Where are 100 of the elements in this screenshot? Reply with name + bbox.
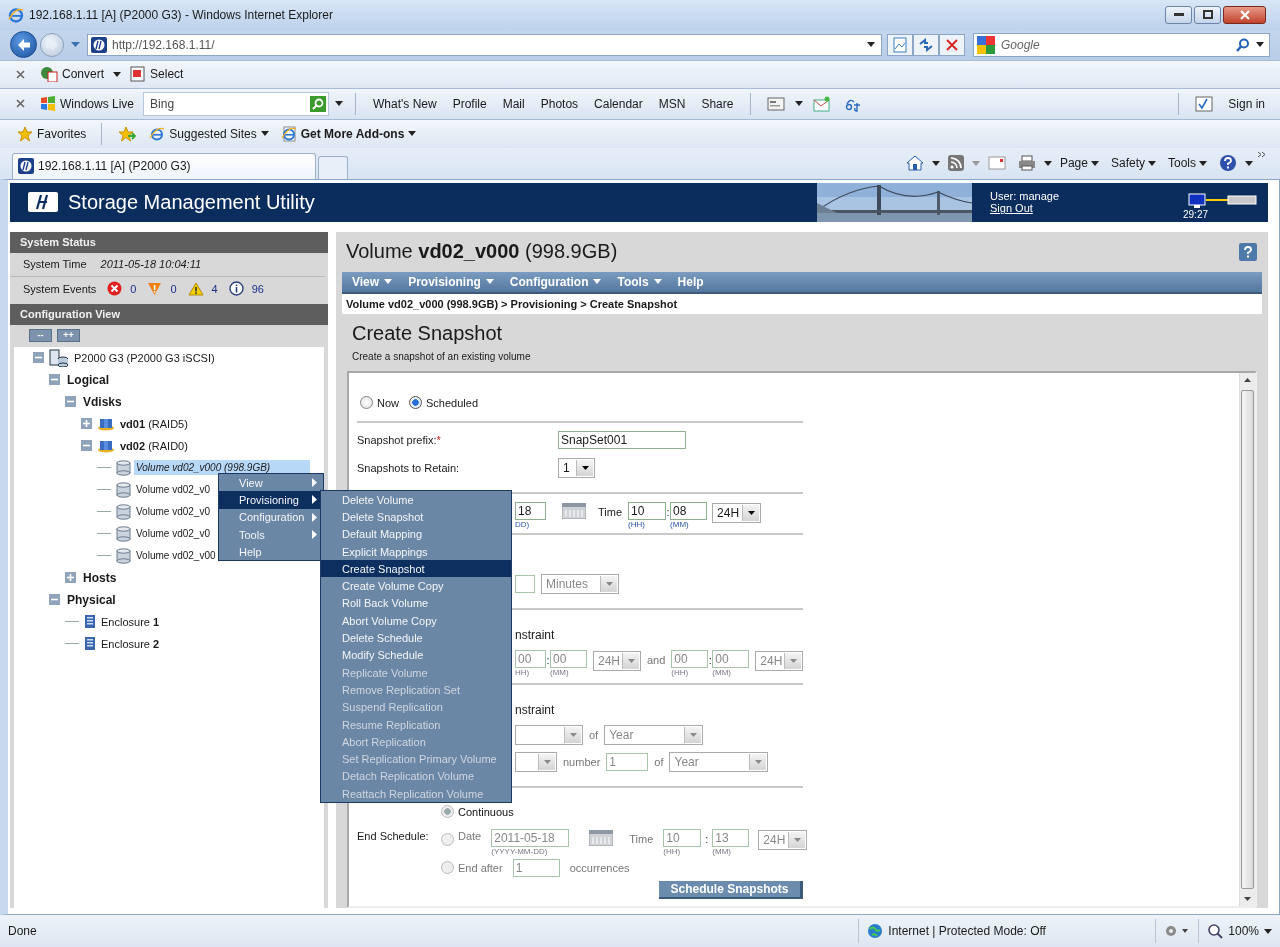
- convert-button[interactable]: Convert: [37, 63, 108, 86]
- feed-icon[interactable]: [947, 155, 964, 172]
- tree-item[interactable]: Enclosure 2: [99, 635, 162, 652]
- error-icon[interactable]: [107, 281, 123, 297]
- toolbar-link[interactable]: Photos: [535, 96, 584, 111]
- menu-item[interactable]: Delete Volume: [321, 491, 511, 509]
- mail-icon[interactable]: [987, 156, 1006, 171]
- chevron-icon[interactable]: [1257, 150, 1266, 158]
- event-count[interactable]: 4: [211, 282, 218, 295]
- event-count[interactable]: 0: [130, 282, 137, 295]
- back-button[interactable]: [10, 31, 37, 59]
- help-icon[interactable]: [1239, 242, 1257, 261]
- menu-item[interactable]: Tools: [219, 525, 323, 544]
- add-favorite-icon[interactable]: [118, 125, 137, 142]
- tree-item[interactable]: Hosts: [81, 568, 119, 587]
- expander-icon[interactable]: [33, 352, 44, 364]
- tree-item[interactable]: Logical: [65, 370, 111, 389]
- caret-icon[interactable]: [1256, 42, 1264, 48]
- interval-field[interactable]: [515, 574, 535, 593]
- menu-item[interactable]: Roll Back Volume: [321, 594, 511, 613]
- minute-field[interactable]: 08: [670, 501, 708, 520]
- radio-label[interactable]: Now: [377, 396, 399, 409]
- warning-icon[interactable]: [187, 281, 204, 296]
- expander-icon[interactable]: [65, 572, 76, 584]
- calendar-icon[interactable]: [562, 502, 586, 519]
- scrollbar[interactable]: [1239, 372, 1255, 907]
- tree-item[interactable]: Volume vd02_v0: [134, 504, 212, 520]
- favorites-button[interactable]: Favorites: [14, 122, 90, 145]
- menu-item[interactable]: Default Mapping: [321, 525, 511, 543]
- search-icon[interactable]: [310, 95, 327, 112]
- menu-item[interactable]: View: [219, 474, 323, 492]
- menu-item[interactable]: Delete Schedule: [321, 629, 511, 647]
- card-icon[interactable]: [767, 96, 786, 111]
- menu-item[interactable]: Configuration: [219, 508, 323, 526]
- refresh-button[interactable]: [913, 33, 939, 56]
- caret-icon[interactable]: [795, 101, 804, 107]
- dropdown[interactable]: [515, 724, 583, 745]
- search-field[interactable]: Google: [973, 32, 1270, 57]
- dropdown[interactable]: 1: [558, 457, 595, 478]
- close-icon[interactable]: [16, 69, 25, 79]
- caret-icon[interactable]: [1043, 160, 1052, 166]
- info-icon[interactable]: [228, 281, 244, 297]
- expander-icon[interactable]: [81, 418, 92, 430]
- dropdown[interactable]: 24H: [712, 502, 762, 523]
- tree-item[interactable]: vd01 (RAID5): [118, 415, 190, 432]
- tree-item[interactable]: Volume vd02_v000 (998.9GB): [134, 460, 311, 476]
- menu-bar-item[interactable]: Configuration: [503, 274, 608, 289]
- schedule-snapshots-button[interactable]: Schedule Snapshots: [659, 880, 803, 899]
- caret-icon[interactable]: [1245, 160, 1253, 166]
- close-button[interactable]: [1223, 6, 1266, 24]
- toolbar-link[interactable]: Profile: [447, 96, 492, 111]
- help-icon[interactable]: [1219, 154, 1237, 173]
- radio-button[interactable]: [360, 396, 373, 410]
- toolbar-link[interactable]: Share: [696, 96, 739, 111]
- radio-label[interactable]: Scheduled: [426, 396, 478, 409]
- settings-icon[interactable]: [1164, 924, 1191, 938]
- tree-item[interactable]: Volume vd02_v00: [134, 548, 218, 564]
- tree-item[interactable]: Physical: [65, 590, 118, 609]
- menu-item[interactable]: Create Volume Copy: [321, 577, 511, 595]
- sign-out-link[interactable]: Sign Out: [990, 202, 1033, 215]
- toolbar-link[interactable]: MSN: [653, 96, 691, 111]
- minimize-button[interactable]: [1165, 6, 1192, 24]
- security-zone[interactable]: Internet | Protected Mode: Off: [858, 919, 1156, 943]
- home-icon[interactable]: [905, 154, 924, 173]
- menu-item[interactable]: Create Snapshot: [321, 560, 511, 578]
- checkmark-icon[interactable]: [1195, 95, 1214, 112]
- radio-button[interactable]: [409, 396, 422, 410]
- command-menu[interactable]: Page: [1055, 156, 1103, 171]
- stop-button[interactable]: [939, 33, 965, 56]
- windows-live-button[interactable]: Windows Live: [37, 92, 138, 115]
- menu-item[interactable]: Explicit Mappings: [321, 542, 511, 561]
- printer-icon[interactable]: [1017, 155, 1036, 172]
- tree-item[interactable]: Vdisks: [81, 392, 124, 411]
- tree-item[interactable]: vd02 (RAID0): [118, 437, 190, 454]
- menu-item[interactable]: Provisioning: [219, 491, 323, 509]
- expander-icon[interactable]: [49, 594, 60, 606]
- event-count[interactable]: 0: [170, 282, 177, 295]
- toolbar-link[interactable]: Mail: [497, 96, 530, 111]
- tree-item[interactable]: P2000 G3 (P2000 G3 iSCSI): [72, 349, 217, 366]
- search-icon[interactable]: [1236, 37, 1250, 52]
- caret-icon[interactable]: [113, 71, 122, 77]
- zoom-control[interactable]: 100%: [1198, 919, 1280, 943]
- toolbar-link[interactable]: Calendar: [589, 96, 648, 111]
- calendar-icon[interactable]: [589, 829, 614, 846]
- compatibility-view-button[interactable]: [887, 33, 913, 56]
- menu-item[interactable]: Modify Schedule: [321, 646, 511, 664]
- expander-icon[interactable]: [81, 440, 92, 452]
- menu-bar-item[interactable]: Help: [671, 274, 710, 289]
- search-field[interactable]: Bing: [143, 91, 330, 116]
- sign-in-link[interactable]: Sign in: [1223, 96, 1270, 111]
- event-count[interactable]: 96: [251, 282, 264, 295]
- menu-bar-item[interactable]: Tools: [611, 274, 668, 289]
- date-field[interactable]: 18: [515, 501, 546, 520]
- tree-item[interactable]: Enclosure 1: [99, 613, 162, 630]
- command-menu[interactable]: Safety: [1106, 156, 1160, 171]
- favorites-bar-item[interactable]: Suggested Sites: [146, 122, 272, 145]
- menu-item[interactable]: Help: [219, 543, 323, 561]
- warning-icon[interactable]: [147, 281, 163, 296]
- menu-bar-item[interactable]: Provisioning: [402, 274, 500, 289]
- prefix-field[interactable]: SnapSet001: [558, 430, 686, 449]
